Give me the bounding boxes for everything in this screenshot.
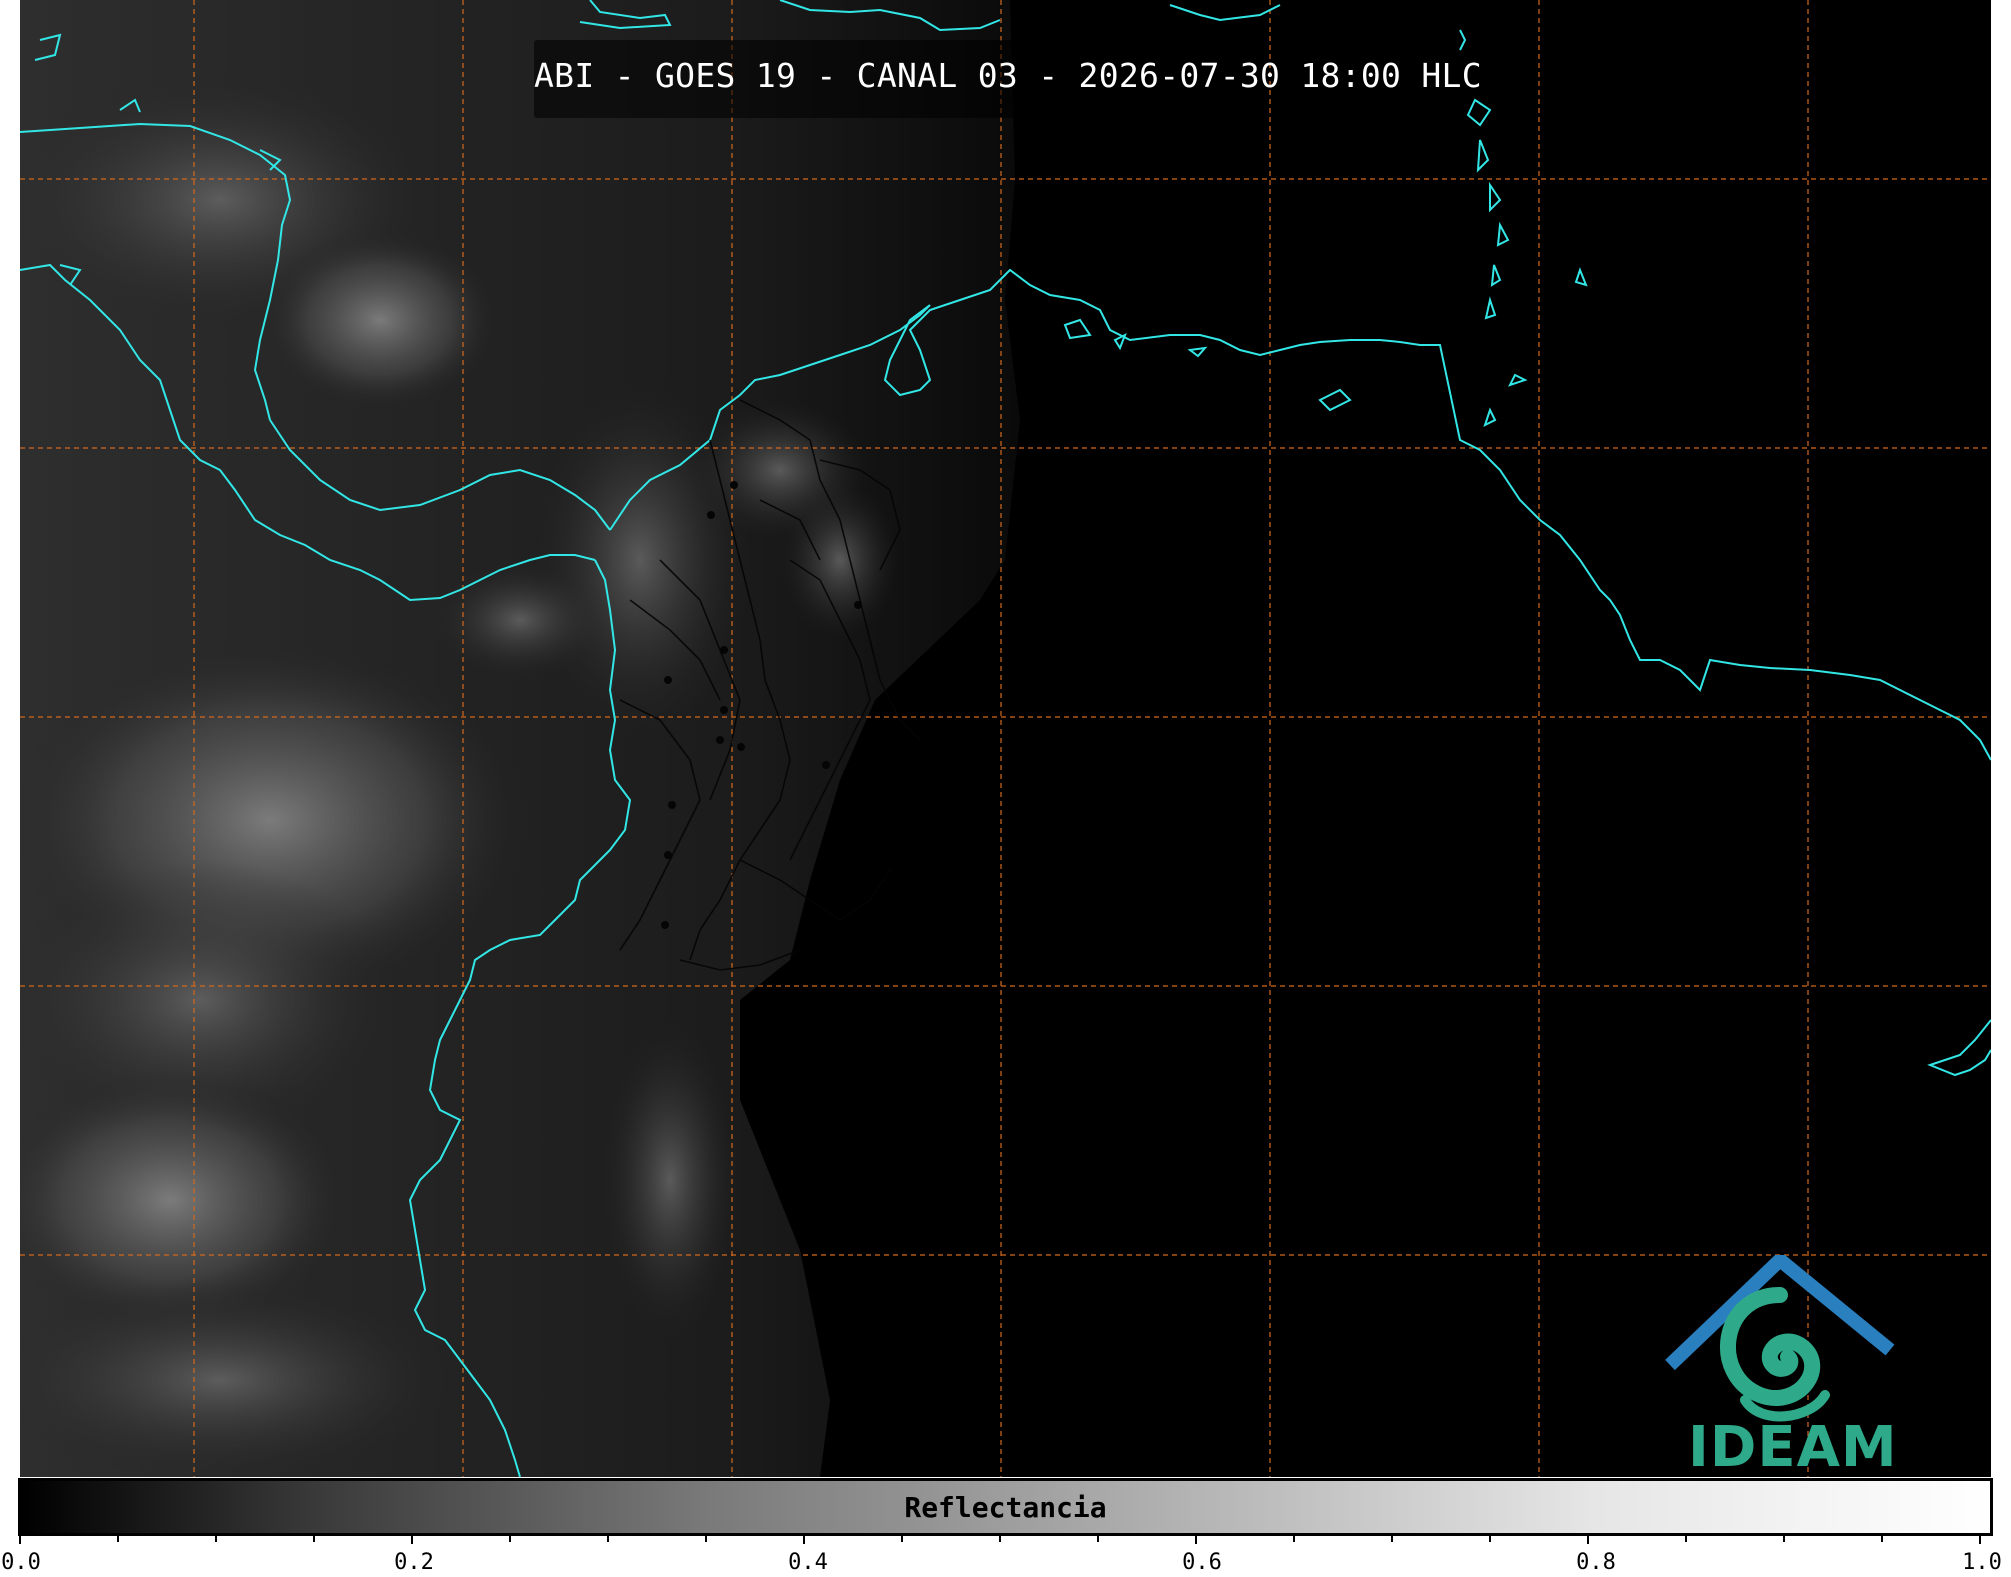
map-title: ABI - GOES 19 - CANAL 03 - 2026-07-30 18… xyxy=(534,56,1482,95)
colorbar-tick-label: 0.6 xyxy=(1182,1550,1222,1575)
colorbar-tick-label: 0.4 xyxy=(788,1550,828,1575)
colorbar-tick-label: 0.0 xyxy=(1,1550,41,1575)
colorbar-label: Reflectancia xyxy=(904,1491,1107,1524)
logo-text: IDEAM xyxy=(1688,1415,1898,1480)
colorbar-tick-label: 0.8 xyxy=(1576,1550,1616,1575)
colorbar-ticks xyxy=(19,1534,1981,1544)
colorbar-tick-label: 0.2 xyxy=(394,1550,434,1575)
coastline-brazil xyxy=(1927,1019,1991,1077)
colorbar: Reflectancia xyxy=(18,1478,1993,1536)
colorbar-tick-label: 1.0 xyxy=(1962,1550,2002,1575)
